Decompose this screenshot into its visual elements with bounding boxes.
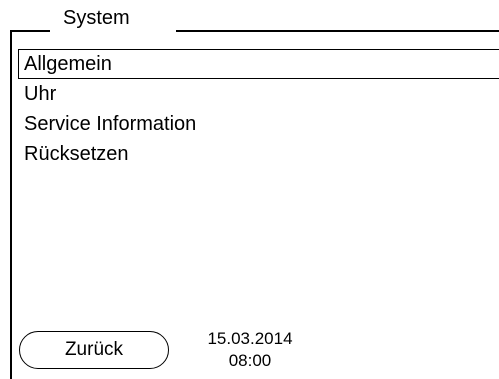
datetime-display: 15.03.2014 08:00 [190,328,310,372]
page-title: System [63,7,130,29]
menu-item-service-information[interactable]: Service Information [18,109,499,139]
frame-border-top-left [10,30,50,32]
frame-border-top-right [176,30,499,32]
menu-list: Allgemein Uhr Service Information Rückse… [18,49,499,169]
menu-item-ruecksetzen[interactable]: Rücksetzen [18,139,499,169]
menu-item-uhr[interactable]: Uhr [18,79,499,109]
time-text: 08:00 [228,351,272,370]
back-button[interactable]: Zurück [19,331,169,369]
date-text: 15.03.2014 [207,329,293,348]
frame-border-left [10,30,12,379]
menu-item-allgemein[interactable]: Allgemein [18,49,499,79]
